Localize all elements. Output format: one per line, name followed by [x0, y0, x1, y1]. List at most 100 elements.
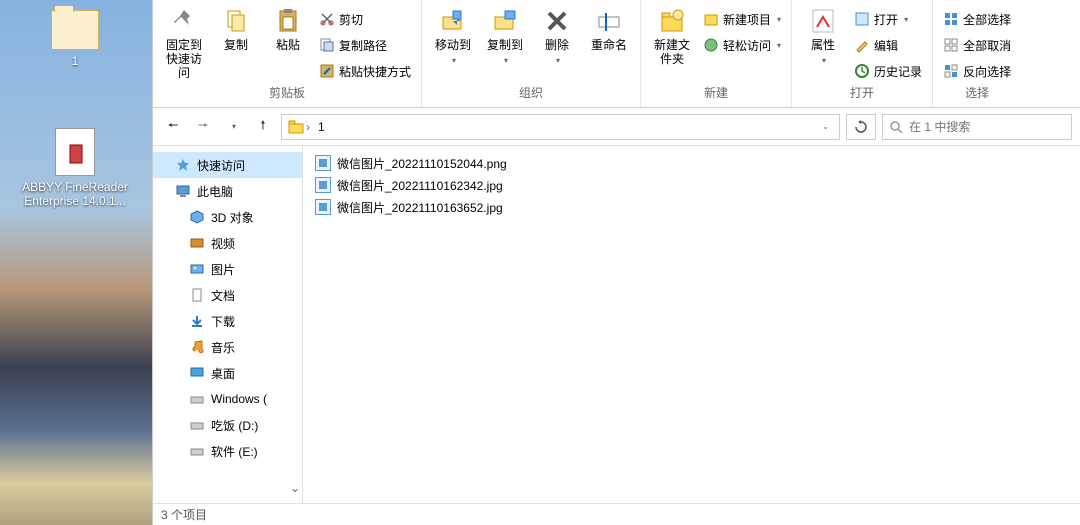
breadcrumb-folder[interactable]: 1 [316, 120, 327, 134]
file-item[interactable]: 微信图片_20221110152044.png [313, 152, 1070, 174]
group-label-open: 打开 [850, 84, 874, 105]
folder-icon [288, 119, 304, 135]
tree-videos[interactable]: 视频 [153, 230, 302, 256]
ribbon-group-new: 新建文件夹 新建项目▾ 轻松访问▾ 新建 [641, 0, 792, 107]
paste-shortcut-button[interactable]: 粘贴快捷方式 [317, 60, 413, 82]
address-bar: 🠔 🠖 ▾ 🠕 › 1 ⌄ [153, 108, 1080, 146]
download-icon [189, 313, 205, 329]
file-explorer-window: 固定到快速访问 复制 粘贴 剪切 复制路径 [152, 0, 1080, 525]
move-to-icon [438, 6, 468, 36]
tree-3d-objects[interactable]: 3D 对象 [153, 204, 302, 230]
tree-label: 图片 [211, 261, 235, 278]
desktop-icon-abbyy[interactable]: ABBYY FineReader Enterprise 14.0.1... [20, 128, 130, 208]
delete-label: 删除 [545, 38, 569, 52]
tree-drive-d[interactable]: 吃饭 (D:) [153, 412, 302, 438]
pin-icon [169, 6, 199, 36]
easy-access-button[interactable]: 轻松访问▾ [701, 34, 783, 56]
select-none-icon [943, 37, 959, 53]
tree-desktop[interactable]: 桌面 [153, 360, 302, 386]
delete-icon [542, 6, 572, 36]
tree-documents[interactable]: 文档 [153, 282, 302, 308]
nav-up-button[interactable]: 🠕 [251, 115, 275, 139]
group-label-clipboard: 剪贴板 [269, 84, 305, 105]
copy-label: 复制 [224, 38, 248, 52]
tree-quick-access[interactable]: 快速访问 [153, 152, 302, 178]
new-folder-icon [657, 6, 687, 36]
search-box[interactable] [882, 114, 1072, 140]
ribbon-group-clipboard: 固定到快速访问 复制 粘贴 剪切 复制路径 [153, 0, 422, 107]
properties-icon [808, 6, 838, 36]
pictures-icon [189, 261, 205, 277]
breadcrumb-root[interactable]: › [286, 119, 312, 135]
explorer-body: 快速访问 此电脑 3D 对象 视频 图片 文档 [153, 146, 1080, 503]
paste-label: 粘贴 [276, 38, 300, 52]
cut-label: 剪切 [339, 11, 363, 28]
documents-icon [189, 287, 205, 303]
invert-selection-label: 反向选择 [963, 63, 1011, 80]
move-to-button[interactable]: 移动到▾ [430, 2, 476, 68]
open-button[interactable]: 打开▾ [852, 8, 924, 30]
copy-path-button[interactable]: 复制路径 [317, 34, 413, 56]
tree-pictures[interactable]: 图片 [153, 256, 302, 282]
tree-label: 下载 [211, 313, 235, 330]
search-input[interactable] [909, 120, 1065, 134]
tree-drive-e[interactable]: 软件 (E:) [153, 438, 302, 464]
tree-downloads[interactable]: 下载 [153, 308, 302, 334]
tree-label: 音乐 [211, 339, 235, 356]
select-all-button[interactable]: 全部选择 [941, 8, 1013, 30]
copy-to-button[interactable]: 复制到▾ [482, 2, 528, 68]
paste-shortcut-label: 粘贴快捷方式 [339, 63, 411, 80]
new-item-button[interactable]: 新建项目▾ [701, 8, 783, 30]
refresh-button[interactable] [846, 114, 876, 140]
breadcrumb[interactable]: › 1 ⌄ [281, 114, 840, 140]
file-item[interactable]: 微信图片_20221110163652.jpg [313, 196, 1070, 218]
edit-label: 编辑 [874, 37, 898, 54]
breadcrumb-dropdown[interactable]: ⌄ [816, 122, 835, 131]
delete-button[interactable]: 删除▾ [534, 2, 580, 68]
tree-windows-drive[interactable]: Windows ( [153, 386, 302, 412]
paste-button[interactable]: 粘贴 [265, 2, 311, 52]
file-name: 微信图片_20221110163652.jpg [337, 199, 503, 216]
new-folder-button[interactable]: 新建文件夹 [649, 2, 695, 66]
ribbon-group-organize: 移动到▾ 复制到▾ 删除▾ 重命名 组织 [422, 0, 641, 107]
new-folder-label: 新建文件夹 [649, 38, 695, 66]
image-file-icon [315, 155, 331, 171]
properties-button[interactable]: 属性▾ [800, 2, 846, 68]
group-label-select: 选择 [965, 84, 989, 105]
music-icon [189, 339, 205, 355]
tree-this-pc[interactable]: 此电脑 [153, 178, 302, 204]
cut-button[interactable]: 剪切 [317, 8, 413, 30]
copy-icon [221, 6, 251, 36]
history-button[interactable]: 历史记录 [852, 60, 924, 82]
nav-back-button[interactable]: 🠔 [161, 115, 185, 139]
status-item-count: 3 个项目 [161, 506, 207, 523]
tree-label: 视频 [211, 235, 235, 252]
desktop-icon-label: ABBYY FineReader Enterprise 14.0.1... [20, 180, 130, 208]
tree-label: 快速访问 [197, 157, 245, 174]
tree-music[interactable]: 音乐 [153, 334, 302, 360]
copy-path-label: 复制路径 [339, 37, 387, 54]
desktop-icon-folder-1[interactable]: 1 [20, 10, 130, 68]
invert-selection-icon [943, 63, 959, 79]
select-all-label: 全部选择 [963, 11, 1011, 28]
select-all-icon [943, 11, 959, 27]
properties-label: 属性 [811, 38, 835, 52]
copy-button[interactable]: 复制 [213, 2, 259, 52]
tree-scroll-down[interactable]: ⌄ [290, 481, 300, 495]
desktop-icon-label: 1 [72, 54, 79, 68]
nav-forward-button[interactable]: 🠖 [191, 115, 215, 139]
nav-recent-button[interactable]: ▾ [221, 115, 245, 139]
select-none-button[interactable]: 全部取消 [941, 34, 1013, 56]
open-label: 打开 [874, 11, 898, 28]
image-file-icon [315, 177, 331, 193]
group-label-organize: 组织 [519, 84, 543, 105]
rename-button[interactable]: 重命名 [586, 2, 632, 52]
pin-to-quick-access-button[interactable]: 固定到快速访问 [161, 2, 207, 80]
tree-label: 桌面 [211, 365, 235, 382]
edit-button[interactable]: 编辑 [852, 34, 924, 56]
pc-icon [175, 183, 191, 199]
drive-icon [189, 391, 205, 407]
file-item[interactable]: 微信图片_20221110162342.jpg [313, 174, 1070, 196]
new-item-label: 新建项目 [723, 11, 771, 28]
invert-selection-button[interactable]: 反向选择 [941, 60, 1013, 82]
